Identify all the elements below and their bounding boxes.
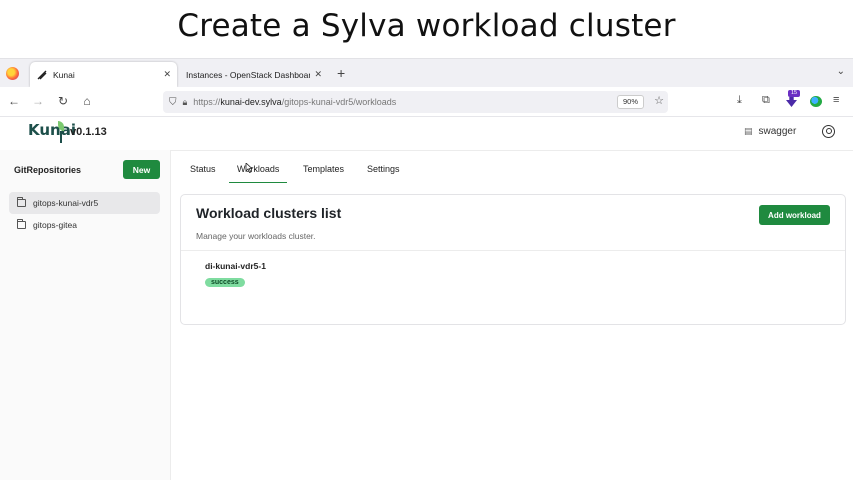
menu-icon[interactable]: ≡	[833, 94, 839, 106]
extensions-icon[interactable]: ⧉	[762, 94, 770, 107]
tab-openstack[interactable]: Instances - OpenStack Dashboard ✕	[180, 62, 328, 87]
document-icon: ▤	[744, 126, 753, 136]
tab-settings[interactable]: Settings	[367, 164, 400, 174]
sidebar: GitRepositories New gitops-kunai-vdr5 gi…	[0, 150, 171, 480]
new-repository-button[interactable]: New	[123, 160, 160, 179]
firefox-logo-icon[interactable]	[6, 67, 19, 80]
tab-strip: Kunai ✕ Instances - OpenStack Dashboard …	[0, 59, 853, 87]
forward-arrow-icon[interactable]: →	[30, 93, 46, 109]
lock-icon[interactable]: 🔒︎	[183, 97, 188, 108]
add-workload-button[interactable]: Add workload	[759, 205, 830, 225]
back-arrow-icon[interactable]: ←	[6, 93, 22, 109]
workload-clusters-card: Workload clusters list Manage your workl…	[180, 194, 846, 325]
tab-close-icon[interactable]: ✕	[314, 69, 322, 80]
card-subtitle: Manage your workloads cluster.	[196, 231, 316, 241]
chevron-down-icon[interactable]: ⌄	[837, 66, 845, 77]
swagger-label: swagger	[758, 126, 797, 137]
tab-label: Instances - OpenStack Dashboard	[186, 69, 311, 80]
sidebar-item-label: gitops-kunai-vdr5	[33, 198, 99, 208]
slide-title: Create a Sylva workload cluster	[177, 8, 676, 44]
reload-icon[interactable]: ↻	[55, 93, 71, 109]
new-tab-button[interactable]: +	[337, 65, 345, 81]
cluster-list-item[interactable]: di-kunai-vdr5-1 success	[205, 261, 505, 287]
url-path: /gitops-kunai-vdr5/workloads	[281, 97, 397, 107]
kunai-logo[interactable]: Kunai	[28, 121, 76, 139]
sidebar-item-gitops-gitea[interactable]: gitops-gitea	[9, 214, 160, 236]
tab-templates[interactable]: Templates	[303, 164, 344, 174]
sidebar-item-gitops-kunai-vdr5[interactable]: gitops-kunai-vdr5	[9, 192, 160, 214]
swagger-link[interactable]: ▤ swagger	[744, 126, 796, 137]
account-icon[interactable]	[822, 125, 835, 138]
kunai-favicon-icon	[36, 69, 47, 80]
extension-globe-icon[interactable]	[810, 96, 822, 107]
main-tabs: Status Workloads Templates Settings	[171, 150, 853, 184]
sidebar-title: GitRepositories	[14, 165, 82, 175]
app-header: Kunai v0.1.13 ▤ swagger	[0, 117, 853, 151]
logo-stem	[60, 131, 62, 143]
extension-shield-icon[interactable]	[786, 97, 797, 107]
tab-workloads[interactable]: Workloads	[229, 164, 288, 183]
folder-icon	[17, 219, 26, 229]
tab-status[interactable]: Status	[190, 164, 216, 174]
zoom-level-badge[interactable]: 90%	[616, 95, 644, 109]
url-bar[interactable]: ⛉ 🔒︎ https://kunai-dev.sylva/gitops-kuna…	[163, 91, 668, 113]
card-title: Workload clusters list	[196, 205, 342, 221]
shield-icon[interactable]: ⛉	[169, 97, 177, 108]
home-icon[interactable]: ⌂	[79, 93, 95, 109]
bookmark-star-icon[interactable]: ☆	[654, 94, 664, 107]
navigation-bar: ← → ↻ ⌂ ⛉ 🔒︎ https://kunai-dev.sylva/git…	[0, 87, 853, 117]
download-icon[interactable]: ⤓	[737, 94, 742, 107]
tab-label: Kunai	[53, 69, 75, 80]
folder-icon	[17, 197, 26, 207]
sidebar-item-label: gitops-gitea	[33, 220, 77, 230]
extension-badge-count: 15	[788, 90, 800, 97]
status-badge: success	[205, 278, 245, 287]
url-prefix: https://	[193, 97, 221, 107]
url-host: kunai-dev.sylva	[220, 97, 282, 107]
app-version: v0.1.13	[70, 126, 107, 138]
divider	[181, 250, 845, 251]
tab-kunai[interactable]: Kunai ✕	[30, 62, 177, 87]
url-text[interactable]: https://kunai-dev.sylva/gitops-kunai-vdr…	[193, 97, 396, 107]
cluster-name[interactable]: di-kunai-vdr5-1	[205, 261, 505, 271]
mouse-pointer-icon	[245, 162, 254, 174]
tab-close-icon[interactable]: ✕	[163, 69, 171, 80]
